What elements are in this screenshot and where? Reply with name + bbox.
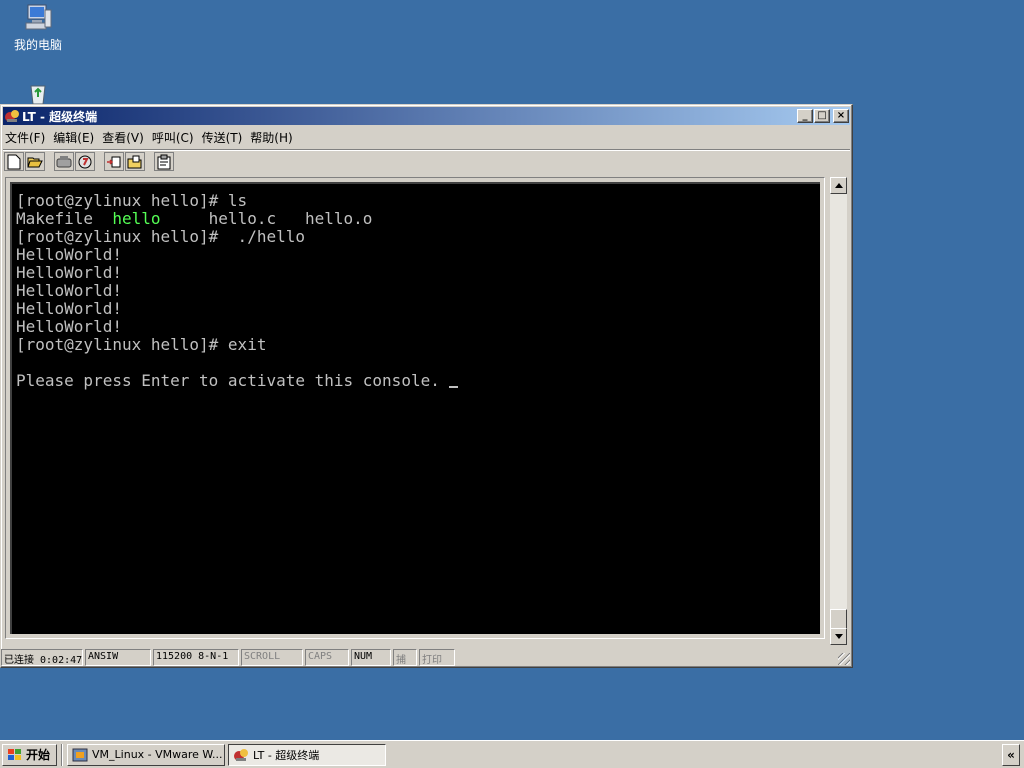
menu-transfer[interactable]: 传送(T): [200, 129, 249, 146]
maximize-button[interactable]: □: [814, 109, 830, 123]
status-emulation: ANSIW: [85, 648, 151, 666]
desktop-icon-my-computer[interactable]: 我的电脑: [2, 2, 74, 53]
disconnect-icon[interactable]: [54, 152, 74, 171]
terminal-line-output: HelloWorld!: [16, 263, 122, 282]
terminal-line-activate: Please press Enter to activate this cons…: [16, 372, 820, 390]
status-connected-time: 已连接 0:02:47: [1, 648, 83, 666]
send-icon[interactable]: [104, 152, 124, 171]
hyperterminal-app-icon: [4, 108, 20, 124]
taskbar-item-vmware[interactable]: VM_Linux - VMware W...: [67, 743, 226, 766]
file-others: hello.c hello.o: [160, 209, 373, 228]
taskbar-item-label: VM_Linux - VMware W...: [92, 748, 223, 761]
terminal-line-run: [root@zylinux hello]# ./hello: [16, 227, 305, 246]
terminal-line-output: HelloWorld!: [16, 317, 122, 336]
terminal-line-exit: [root@zylinux hello]# exit: [16, 335, 267, 354]
close-button[interactable]: ×: [833, 109, 849, 123]
receive-icon[interactable]: [125, 152, 145, 171]
scroll-down-button[interactable]: [830, 628, 847, 645]
status-port-settings: 115200 8-N-1: [153, 648, 239, 666]
file-makefile: Makefile: [16, 209, 113, 228]
properties-icon[interactable]: [154, 152, 174, 171]
status-bar: 已连接 0:02:47 ANSIW 115200 8-N-1 SCROLL CA…: [1, 647, 852, 667]
arrow-up-icon: [834, 183, 843, 188]
taskbar-item-hyperterminal[interactable]: LT - 超级终端: [228, 743, 387, 766]
toolbar: [3, 149, 850, 173]
title-bar[interactable]: LT - 超级终端 _ □ ×: [3, 107, 850, 125]
status-print: 打印: [419, 648, 455, 666]
activate-message: Please press Enter to activate this cons…: [16, 371, 450, 390]
status-capture: 捕: [393, 648, 417, 666]
menu-edit[interactable]: 编辑(E): [51, 129, 100, 146]
hyperterminal-icon: [233, 747, 249, 763]
new-icon[interactable]: [4, 152, 24, 171]
terminal-line-output: HelloWorld!: [16, 281, 122, 300]
my-computer-icon: [22, 2, 54, 34]
taskbar: 开始 VM_Linux - VMware W... LT - 超级终端 «: [0, 740, 1024, 768]
terminal-line-ls-output: Makefile hello hello.c hello.o: [16, 210, 820, 228]
terminal-frame: [root@zylinux hello]# ls Makefile hello h…: [5, 177, 825, 639]
menu-view[interactable]: 查看(V): [100, 129, 150, 146]
status-num: NUM: [351, 648, 391, 666]
status-caps: CAPS: [305, 648, 349, 666]
vertical-scrollbar[interactable]: [830, 177, 847, 645]
menu-file[interactable]: 文件(F): [3, 129, 51, 146]
my-computer-label: 我的电脑: [13, 38, 62, 52]
start-label: 开始: [26, 748, 51, 762]
tray-expand-button[interactable]: «: [1002, 744, 1020, 766]
scroll-up-button[interactable]: [830, 177, 847, 194]
file-hello-executable: hello: [112, 209, 161, 228]
window-title: LT - 超级终端: [22, 109, 98, 124]
vmware-icon: [72, 747, 88, 763]
start-button[interactable]: 开始: [2, 743, 58, 766]
menu-bar: 文件(F) 编辑(E) 查看(V) 呼叫(C) 传送(T) 帮助(H): [3, 127, 850, 147]
terminal-line-output: HelloWorld!: [16, 245, 122, 264]
hyperterminal-window[interactable]: LT - 超级终端 _ □ × 文件(F) 编辑(E) 查看(V) 呼叫(C) …: [0, 104, 853, 668]
terminal-line-ls: [root@zylinux hello]# ls: [16, 191, 248, 210]
terminal-line-output: HelloWorld!: [16, 299, 122, 318]
menu-help[interactable]: 帮助(H): [248, 129, 298, 146]
open-icon[interactable]: [25, 152, 45, 171]
resize-grip[interactable]: [838, 653, 850, 665]
taskbar-item-label: LT - 超级终端: [253, 748, 320, 762]
menu-call[interactable]: 呼叫(C): [150, 129, 200, 146]
arrow-down-icon: [834, 634, 843, 639]
windows-flag-icon: [7, 747, 23, 763]
dial-icon[interactable]: [75, 152, 95, 171]
terminal-screen[interactable]: [root@zylinux hello]# ls Makefile hello h…: [10, 182, 820, 634]
terminal-cursor: [449, 374, 459, 388]
status-scroll: SCROLL: [241, 648, 303, 666]
minimize-button[interactable]: _: [797, 109, 813, 123]
